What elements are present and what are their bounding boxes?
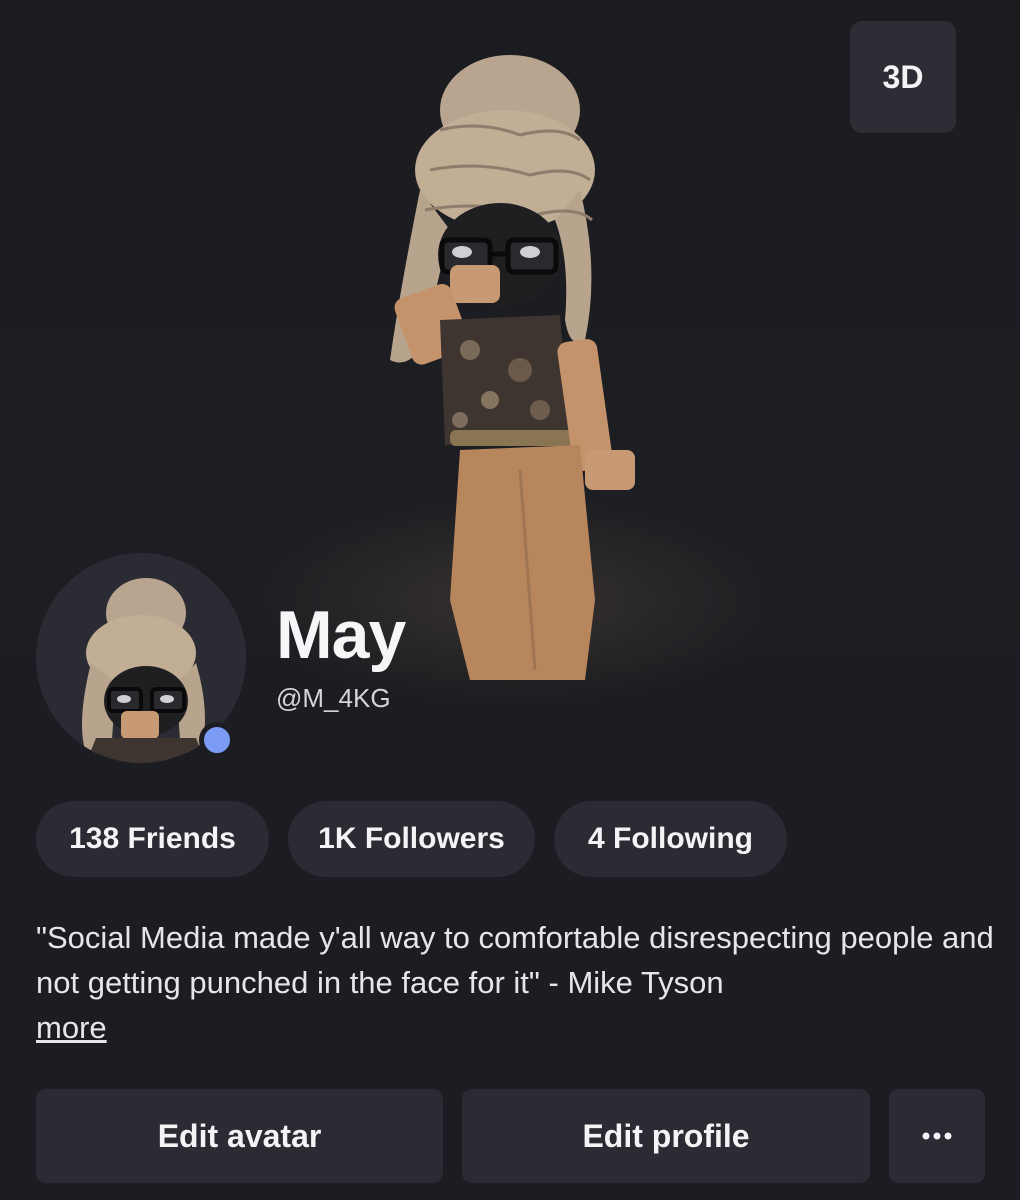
- friends-count-button[interactable]: 138 Friends: [36, 801, 269, 877]
- edit-avatar-button[interactable]: Edit avatar: [36, 1089, 443, 1183]
- edit-profile-label: Edit profile: [582, 1117, 750, 1154]
- edit-avatar-label: Edit avatar: [157, 1117, 322, 1154]
- profile-bio: "Social Media made y'all way to comforta…: [36, 920, 994, 1000]
- following-count-button[interactable]: 4 Following: [554, 801, 787, 877]
- profile-page: 3D May @M_4KG 138 Friends 1K Followers 4…: [0, 0, 1020, 1200]
- followers-count-label: 1K Followers: [318, 822, 505, 855]
- friends-count-label: 138 Friends: [69, 822, 236, 855]
- edit-profile-button[interactable]: Edit profile: [462, 1089, 870, 1183]
- username: @M_4KG: [276, 683, 391, 713]
- more-options-button[interactable]: [889, 1089, 985, 1183]
- following-count-label: 4 Following: [588, 822, 753, 855]
- view-3d-toggle-button[interactable]: 3D: [850, 21, 956, 133]
- display-name: May: [276, 597, 406, 673]
- avatar-3d-figure: [390, 55, 635, 680]
- bio-more-link[interactable]: more: [36, 1005, 107, 1050]
- online-status-indicator: [199, 722, 235, 758]
- ellipsis-icon: [922, 1132, 952, 1140]
- followers-count-button[interactable]: 1K Followers: [288, 801, 535, 877]
- view-3d-label: 3D: [882, 58, 924, 95]
